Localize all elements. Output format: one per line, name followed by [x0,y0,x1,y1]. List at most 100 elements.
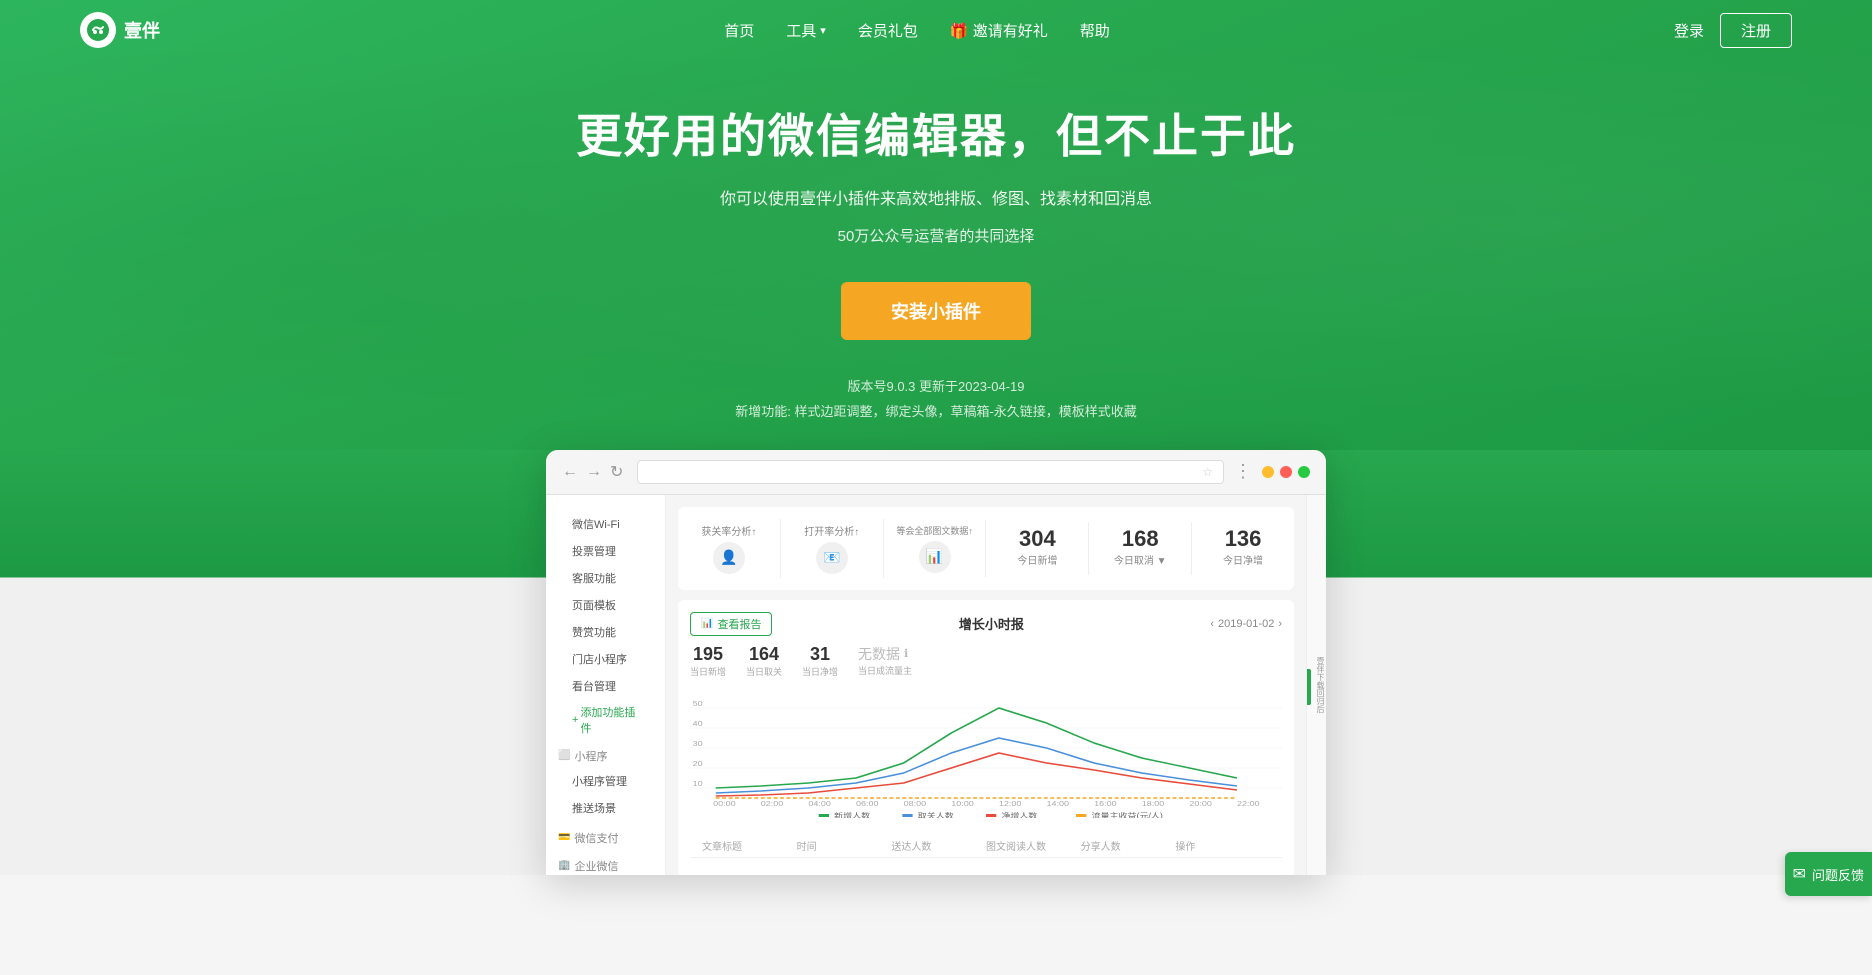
svg-text:18:00: 18:00 [1142,800,1165,808]
install-button[interactable]: 安装小插件 [841,282,1031,340]
sidebar-title-pay: 💳 微信支付 [558,830,653,846]
feedback-button[interactable]: ✉ 问题反馈 [1785,852,1872,896]
register-button[interactable]: 注册 [1720,13,1792,48]
stat-new-label: 今日新增 [986,552,1088,567]
svg-text:16:00: 16:00 [1094,800,1117,808]
stat-net-label: 今日净增 [1192,552,1294,567]
logo-text: 壹伴 [124,17,160,43]
col-action: 操作 [1175,838,1270,853]
below-fold [0,875,1872,975]
sidebar-item-miniapp-push[interactable]: 推送场景 [558,795,653,821]
stat-open-rate: 打开率分析↑ 📧 [781,519,884,578]
browser-back-button[interactable]: ← [562,463,578,481]
sidebar-item-wifi[interactable]: 微信Wi-Fi [558,511,653,537]
sidebar-item-platform[interactable]: 看台管理 [558,673,653,699]
stat-new-today: 304 今日新增 [986,522,1089,575]
sidebar-item-page[interactable]: 页面模板 [558,592,653,618]
growth-new-value: 195 [690,644,726,665]
hero-subtitle2: 50万公众号运营者的共同选择 [838,225,1035,246]
close-button[interactable] [1298,466,1310,478]
svg-text:08:00: 08:00 [904,800,927,808]
svg-text:取关人数: 取关人数 [918,811,954,818]
table-header: 文章标题 时间 送达人数 图文阅读人数 分享人数 操作 [690,834,1282,858]
sidebar-item-service[interactable]: 客服功能 [558,565,653,591]
version-text: 版本号9.0.3 更新于2023-04-19 [847,376,1024,395]
browser-forward-button[interactable]: → [586,463,602,481]
stats-bar: 获关率分析↑ 👤 打开率分析↑ 📧 等会全部图文数据↑ [678,507,1294,590]
login-button[interactable]: 登录 [1674,20,1704,41]
side-panel: 壹伴下载回归后 联系我们 [1306,495,1326,875]
stat-cancel-value: 168 [1089,526,1191,552]
svg-text:14:00: 14:00 [1046,800,1069,808]
sidebar-item-store[interactable]: 门店小程序 [558,646,653,672]
growth-stat-cancel: 164 当日取关 [746,644,782,678]
svg-text:30: 30 [693,740,704,748]
browser-more-button[interactable]: ⋮ [1234,461,1252,482]
growth-stats: 195 当日新增 164 当日取关 31 当日净增 [690,644,1282,678]
nav-tools[interactable]: 工具 [786,20,826,41]
info-icon: ℹ [904,647,908,660]
bookmark-icon: ☆ [1202,465,1213,479]
logo-icon [80,12,116,48]
browser-refresh-button[interactable]: ↻ [610,462,623,482]
svg-text:净增人数: 净增人数 [1001,811,1037,818]
chart-area: 50 40 30 20 10 00:00 02:00 04:00 06:00 0… [690,688,1282,818]
stat-fan-rate-label: 获关率分析↑ [678,523,780,538]
growth-cancel-value: 164 [746,644,782,665]
nav-member[interactable]: 会员礼包 [858,20,918,41]
report-button[interactable]: 查看报告 [690,612,772,636]
sidebar: 微信Wi-Fi 投票管理 客服功能 页面模板 赞赏功能 门店小程序 看台管理 +… [546,495,666,875]
browser-address-bar[interactable]: ☆ [637,460,1224,484]
col-reads: 图文阅读人数 [986,838,1081,853]
browser-bar: ← → ↻ ☆ ⋮ [546,450,1326,495]
svg-text:新增人数: 新增人数 [834,811,870,818]
browser-mockup-wrapper: ← → ↻ ☆ ⋮ 微信Wi-Fi 投票管理 客服功能 [0,450,1872,875]
svg-text:20: 20 [693,760,704,768]
side-panel-text: 壹伴下载回归后 [1315,657,1326,713]
hero-title: 更好用的微信编辑器，但不止于此 [576,100,1296,166]
maximize-button[interactable] [1280,466,1292,478]
svg-text:06:00: 06:00 [856,800,879,808]
stat-open-rate-label: 打开率分析↑ [781,523,883,538]
logo[interactable]: 壹伴 [80,12,160,48]
svg-text:流量主收益(元/人): 流量主收益(元/人) [1092,811,1164,818]
navbar-actions: 登录 注册 [1674,13,1792,48]
side-panel-contact-button[interactable]: 联系我们 [1306,669,1311,705]
nav-help[interactable]: 帮助 [1080,20,1110,41]
svg-text:10: 10 [693,780,704,788]
growth-stat-new: 195 当日新增 [690,644,726,678]
hero-subtitle: 你可以使用壹伴小插件来高效地排版、修图、找素材和回消息 [720,186,1152,215]
svg-text:50: 50 [693,700,704,708]
minimize-button[interactable] [1262,466,1274,478]
stat-cancel-label: 今日取消 ▼ [1089,552,1191,567]
hero-section: 更好用的微信编辑器，但不止于此 你可以使用壹伴小插件来高效地排版、修图、找素材和… [0,0,1872,450]
stat-fan-rate: 获关率分析↑ 👤 [678,519,781,578]
sidebar-add-plugin[interactable]: + 添加功能插件 [558,700,653,740]
nav-links: 首页 工具 会员礼包 🎁 邀请有好礼 帮助 [724,20,1109,41]
browser-body: 微信Wi-Fi 投票管理 客服功能 页面模板 赞赏功能 门店小程序 看台管理 +… [546,495,1326,875]
next-date-icon[interactable]: › [1278,618,1282,630]
growth-cancel-label: 当日取关 [746,665,782,678]
growth-chart: 50 40 30 20 10 00:00 02:00 04:00 06:00 0… [690,688,1282,818]
growth-new-label: 当日新增 [690,665,726,678]
browser-window-controls [1262,466,1310,478]
stat-fan-rate-icon: 👤 [713,542,745,574]
sidebar-section-enterprise: 🏢 企业微信 [546,852,665,875]
growth-header: 查看报告 增长小时报 ‹ 2019-01-02 › [690,612,1282,636]
svg-text:02:00: 02:00 [761,800,784,808]
prev-date-icon[interactable]: ‹ [1210,618,1214,630]
svg-text:10:00: 10:00 [951,800,974,808]
sidebar-item-miniapp-manage[interactable]: 小程序管理 [558,768,653,794]
svg-text:12:00: 12:00 [999,800,1022,808]
growth-stat-net: 31 当日净增 [802,644,838,678]
nav-invite[interactable]: 🎁 邀请有好礼 [950,20,1048,41]
sidebar-item-reward[interactable]: 赞赏功能 [558,619,653,645]
nav-home[interactable]: 首页 [724,20,754,41]
stat-open-rate-icon: 📧 [816,542,848,574]
stat-all-data-icon: 📊 [919,541,951,573]
main-content: 获关率分析↑ 👤 打开率分析↑ 📧 等会全部图文数据↑ [666,495,1306,875]
sidebar-item-vote[interactable]: 投票管理 [558,538,653,564]
feedback-mail-icon: ✉ [1793,864,1806,884]
gift-icon: 🎁 [950,23,969,40]
col-share: 分享人数 [1081,838,1176,853]
